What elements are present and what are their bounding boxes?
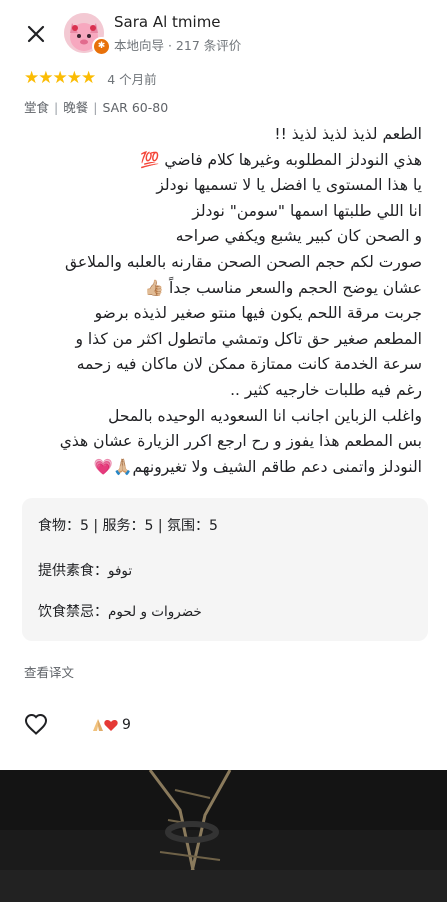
review-actions: 9	[24, 711, 224, 739]
review-line: هذي النودلز المطلوبه وغيرها كلام فاضي 💯	[140, 150, 422, 169]
review-text: الطعم لذيذ لذيذ لذيذ !! هذي النودلز المط…	[20, 122, 422, 480]
review-photo[interactable]	[0, 770, 447, 902]
review-line: و الصحن كان كبير يشبع ويكفي صراحه	[175, 227, 422, 246]
detail-vegetarian: 提供素食：توفو	[38, 560, 132, 580]
close-icon[interactable]	[22, 20, 50, 48]
reviewer-subtitle: 本地向导 · 217 条评价	[114, 38, 242, 53]
review-line: بس المطعم هذا يفوز و رح ارجع اكرر الزيار…	[59, 432, 422, 451]
local-guide-badge-icon: ✱	[92, 37, 111, 56]
price-range: SAR 60-80	[102, 100, 169, 115]
rating-row: ★★★★★ 4 个月前	[24, 68, 157, 88]
vegetarian-value: توفو	[108, 563, 133, 579]
photo-image	[0, 770, 447, 902]
star-rating: ★★★★★	[24, 68, 96, 88]
review-line: الطعم لذيذ لذيذ لذيذ !!	[274, 125, 422, 143]
review-header: ✱ Sara Al tmime 本地向导 · 217 条评价	[0, 0, 447, 66]
dietary-label: 饮食禁忌：	[38, 604, 108, 620]
like-heart-icon[interactable]	[24, 713, 48, 735]
review-line: واغلب الزباين اجانب انا السعوديه الوحيده…	[108, 406, 422, 425]
red-heart-icon	[104, 720, 118, 731]
review-line: سرعة الخدمة كانت ممتازة ممكن لان ماكان ف…	[76, 355, 422, 374]
review-line: صورت لكم حجم الصحن الصحن مقارنه بالعلبه …	[64, 252, 422, 271]
meta-separator: |	[54, 100, 59, 115]
reaction-count: 9	[122, 717, 131, 733]
meta-separator: |	[93, 100, 98, 115]
service-type: 堂食	[24, 100, 50, 115]
review-line: عشان يوضح الحجم والسعر مناسب جداً 👍🏼	[144, 278, 422, 297]
vegetarian-label: 提供素食：	[38, 563, 108, 579]
detail-scores: 食物：5 | 服务：5 | 氛围：5	[38, 518, 218, 534]
visit-meta: 堂食 | 晚餐 | SAR 60-80	[24, 97, 168, 116]
dietary-value: خضروات و لحوم	[108, 604, 202, 620]
see-translation-link[interactable]: 查看译文	[24, 662, 74, 681]
meal-type: 晚餐	[63, 100, 89, 115]
review-line: النودلز واتمنى دعم طاقم الشيف ولا تغيرون…	[93, 457, 422, 476]
reaction-summary[interactable]: 9	[90, 715, 131, 735]
review-line: انا اللي طلبتها اسمها "سومن" نودلز	[192, 201, 422, 220]
review-line: رغم فيه طلبات خارجيه كثير ..	[230, 380, 422, 399]
review-line: جربت مرقة اللحم يكون فيها منتو صغير لذيذ…	[94, 304, 422, 323]
review-details-card: 食物：5 | 服务：5 | 氛围：5 提供素食：توفو 饮食禁忌：خضروات…	[22, 498, 428, 641]
review-line: المطعم صغير حق تاكل وتمشي ماتطول اكثر من…	[75, 329, 422, 348]
detail-dietary: 饮食禁忌：خضروات و لحوم	[38, 601, 202, 621]
review-line: يا هذا المستوى يا افضل يا لا تسميها نودل…	[156, 176, 422, 195]
review-time: 4 个月前	[107, 71, 157, 87]
reviewer-name[interactable]: Sara Al tmime	[114, 13, 221, 31]
